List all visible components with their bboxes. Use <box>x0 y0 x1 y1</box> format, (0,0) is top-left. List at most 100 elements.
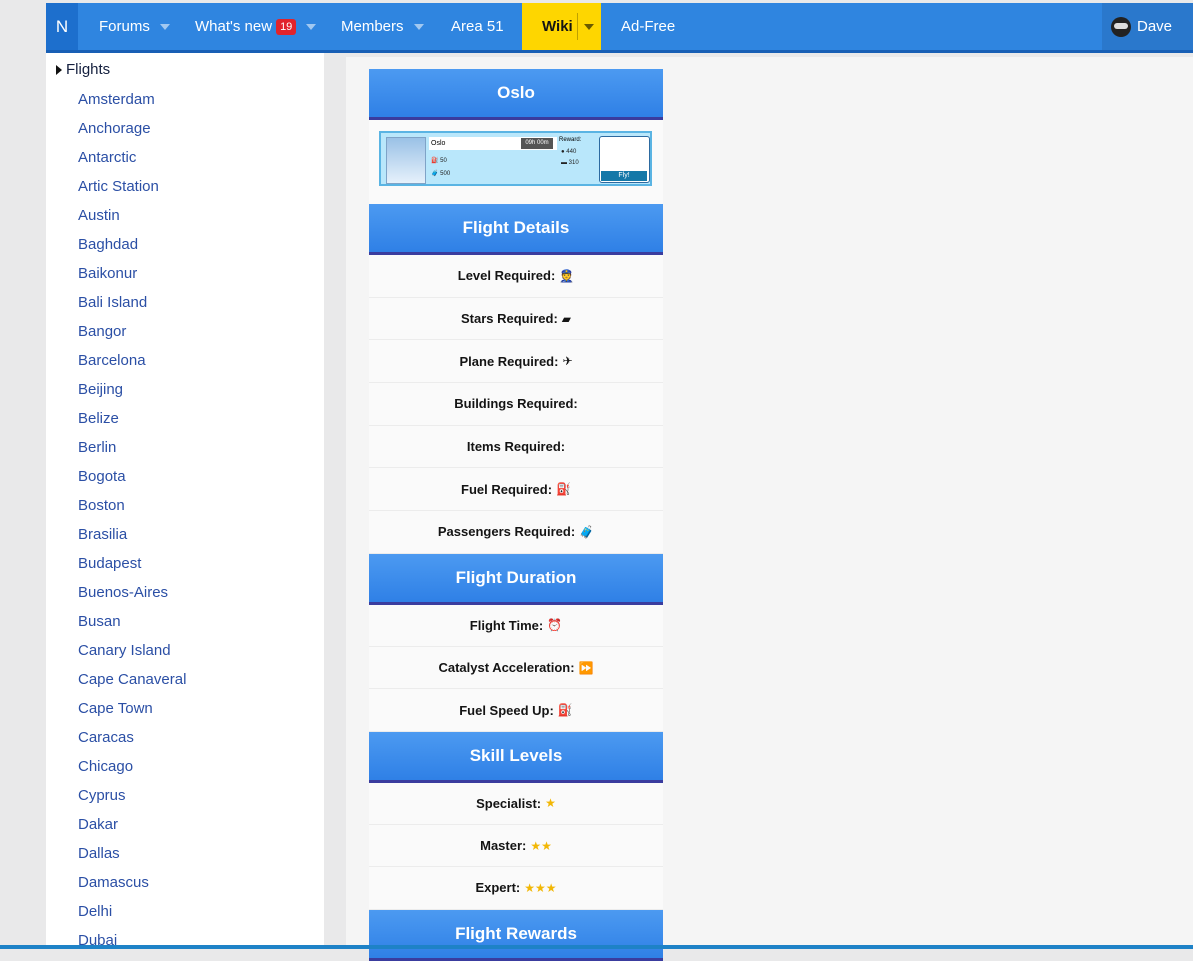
notification-badge: 19 <box>276 18 297 35</box>
card-fuel: ⛽ 50 <box>431 158 447 164</box>
details-item-icon: 👮 <box>559 268 575 283</box>
details-label: Level Required: <box>457 268 556 284</box>
sidebar-item-brasilia[interactable]: Brasilia <box>78 525 186 554</box>
nav-wiki-label: Wiki <box>542 18 573 35</box>
sidebar-item-anchorage[interactable]: Anchorage <box>78 119 186 148</box>
sidebar-item-budapest[interactable]: Budapest <box>78 554 186 583</box>
nav-area51-label: Area 51 <box>451 18 504 35</box>
details-row: Buildings Required: <box>369 383 663 426</box>
username: Dave <box>1137 18 1173 35</box>
skill-levels-header: Skill Levels <box>369 731 663 783</box>
sidebar-item-austin[interactable]: Austin <box>78 206 186 235</box>
chevron-down-icon[interactable] <box>413 23 424 30</box>
infobox: Oslo Oslo 09h 00m ⛽ 50 🧳 500 Reward: ● 4… <box>369 69 664 961</box>
skills-label: Master: <box>480 838 527 854</box>
sidebar-item-chicago[interactable]: Chicago <box>78 757 186 786</box>
duration-row: Fuel Speed Up: ⛽ <box>369 689 663 732</box>
nav-forums-label: Forums <box>99 18 150 35</box>
duration-row: Catalyst Acceleration: ⏩ <box>369 647 663 690</box>
sidebar-item-antarctic[interactable]: Antarctic <box>78 148 186 177</box>
card-reward-label: Reward: <box>559 137 582 143</box>
star-icon: ★★★ <box>524 880 557 895</box>
top-navbar: N Forums What's new 19 Members Area 51 W… <box>46 3 1193 53</box>
chevron-down-icon[interactable] <box>159 23 170 30</box>
card-flight-time: 09h 00m <box>521 138 553 149</box>
sidebar-item-boston[interactable]: Boston <box>78 496 186 525</box>
sidebar-item-bangor[interactable]: Bangor <box>78 322 186 351</box>
nav-members[interactable]: Members <box>341 3 424 50</box>
star-icon: ★ <box>545 796 556 811</box>
city-photo <box>386 137 426 184</box>
skills-label: Expert: <box>475 880 521 896</box>
card-reward-coins: ● 440 <box>561 149 577 155</box>
skills-row: Master: ★★ <box>369 825 663 868</box>
chevron-down-icon[interactable] <box>306 23 317 30</box>
nav-ad-free[interactable]: Ad-Free <box>621 3 675 50</box>
flight-rewards-header: Flight Rewards <box>369 909 663 961</box>
sidebar-item-bogota[interactable]: Bogota <box>78 467 186 496</box>
card-passengers: 🧳 500 <box>431 171 451 177</box>
sidebar-item-beijing[interactable]: Beijing <box>78 380 186 409</box>
sidebar-item-bali-island[interactable]: Bali Island <box>78 293 186 322</box>
sidebar-list: Amsterdam Anchorage Antarctic Artic Station… <box>78 90 186 949</box>
sidebar-item-baghdad[interactable]: Baghdad <box>78 235 186 264</box>
sidebar-item-delhi[interactable]: Delhi <box>78 902 186 931</box>
flight-card-container: Oslo 09h 00m ⛽ 50 🧳 500 Reward: ● 440 ▬ … <box>369 120 663 204</box>
nav-wiki[interactable]: Wiki <box>522 3 601 50</box>
site-logo[interactable]: N <box>46 3 78 50</box>
sidebar-item-cape-canaveral[interactable]: Cape Canaveral <box>78 670 186 699</box>
sidebar-item-dallas[interactable]: Dallas <box>78 844 186 873</box>
nav-whats-new-label: What's new <box>195 18 273 35</box>
card-fuel-value: 50 <box>440 158 447 164</box>
sidebar-item-dakar[interactable]: Dakar <box>78 815 186 844</box>
duration-item-icon: ⛽ <box>557 703 573 718</box>
caret-right-icon[interactable] <box>56 64 62 75</box>
duration-label: Catalyst Acceleration: <box>438 660 575 676</box>
details-label: Plane Required: <box>459 353 559 369</box>
duration-item-icon: ⏩ <box>578 660 594 675</box>
skills-row: Specialist: ★ <box>369 782 663 825</box>
details-item-icon: ⛽ <box>556 482 571 497</box>
card-passengers-value: 500 <box>440 171 451 177</box>
details-row: Stars Required: ▰ <box>369 297 663 341</box>
duration-row: Flight Time: ⏰ <box>369 604 663 648</box>
taskbar-edge <box>0 945 1193 949</box>
card-reward-xp: ▬ 310 <box>561 160 579 166</box>
nav-whats-new[interactable]: What's new 19 <box>195 3 317 50</box>
sidebar-item-baikonur[interactable]: Baikonur <box>78 264 186 293</box>
sidebar-item-artic-station[interactable]: Artic Station <box>78 177 186 206</box>
sidebar-item-barcelona[interactable]: Barcelona <box>78 351 186 380</box>
details-label: Fuel Required: <box>461 481 553 497</box>
nav-forums[interactable]: Forums <box>99 3 170 50</box>
chevron-down-icon[interactable] <box>584 24 594 30</box>
user-menu[interactable]: Dave <box>1102 3 1193 50</box>
flight-duration-header: Flight Duration <box>369 553 663 605</box>
wiki-sidebar: Flights Amsterdam Anchorage Antarctic Artic… <box>46 53 324 949</box>
details-label: Buildings Required: <box>454 396 578 412</box>
star-icon: ★★ <box>530 838 552 853</box>
nav-ad-free-label: Ad-Free <box>621 18 676 35</box>
sidebar-item-caracas[interactable]: Caracas <box>78 728 186 757</box>
sidebar-item-cape-town[interactable]: Cape Town <box>78 699 186 728</box>
nav-area51[interactable]: Area 51 <box>451 3 504 50</box>
sidebar-item-canary-island[interactable]: Canary Island <box>78 641 186 670</box>
sidebar-item-amsterdam[interactable]: Amsterdam <box>78 90 186 119</box>
sidebar-item-berlin[interactable]: Berlin <box>78 438 186 467</box>
flight-card: Oslo 09h 00m ⛽ 50 🧳 500 Reward: ● 440 ▬ … <box>379 131 652 186</box>
details-row: Items Required: <box>369 425 663 469</box>
sidebar-item-cyprus[interactable]: Cyprus <box>78 786 186 815</box>
sidebar-item-buenos-aires[interactable]: Buenos-Aires <box>78 583 186 612</box>
infobox-title: Oslo <box>369 69 663 120</box>
duration-item-icon: ⏰ <box>547 618 563 633</box>
details-row: Plane Required: ✈ <box>369 340 663 384</box>
sidebar-section-flights[interactable]: Flights <box>56 61 110 78</box>
sidebar-item-damascus[interactable]: Damascus <box>78 873 186 902</box>
skills-row: Expert: ★★★ <box>369 867 663 910</box>
fly-button[interactable]: Fly! <box>601 171 647 181</box>
sidebar-item-busan[interactable]: Busan <box>78 612 186 641</box>
details-row: Level Required: 👮 <box>369 255 663 298</box>
flight-duration-rows: Flight Time: ⏰ Catalyst Acceleration: ⏩ Fuel… <box>369 604 664 732</box>
divider <box>577 13 578 40</box>
sidebar-item-belize[interactable]: Belize <box>78 409 186 438</box>
details-label: Stars Required: <box>460 311 558 327</box>
